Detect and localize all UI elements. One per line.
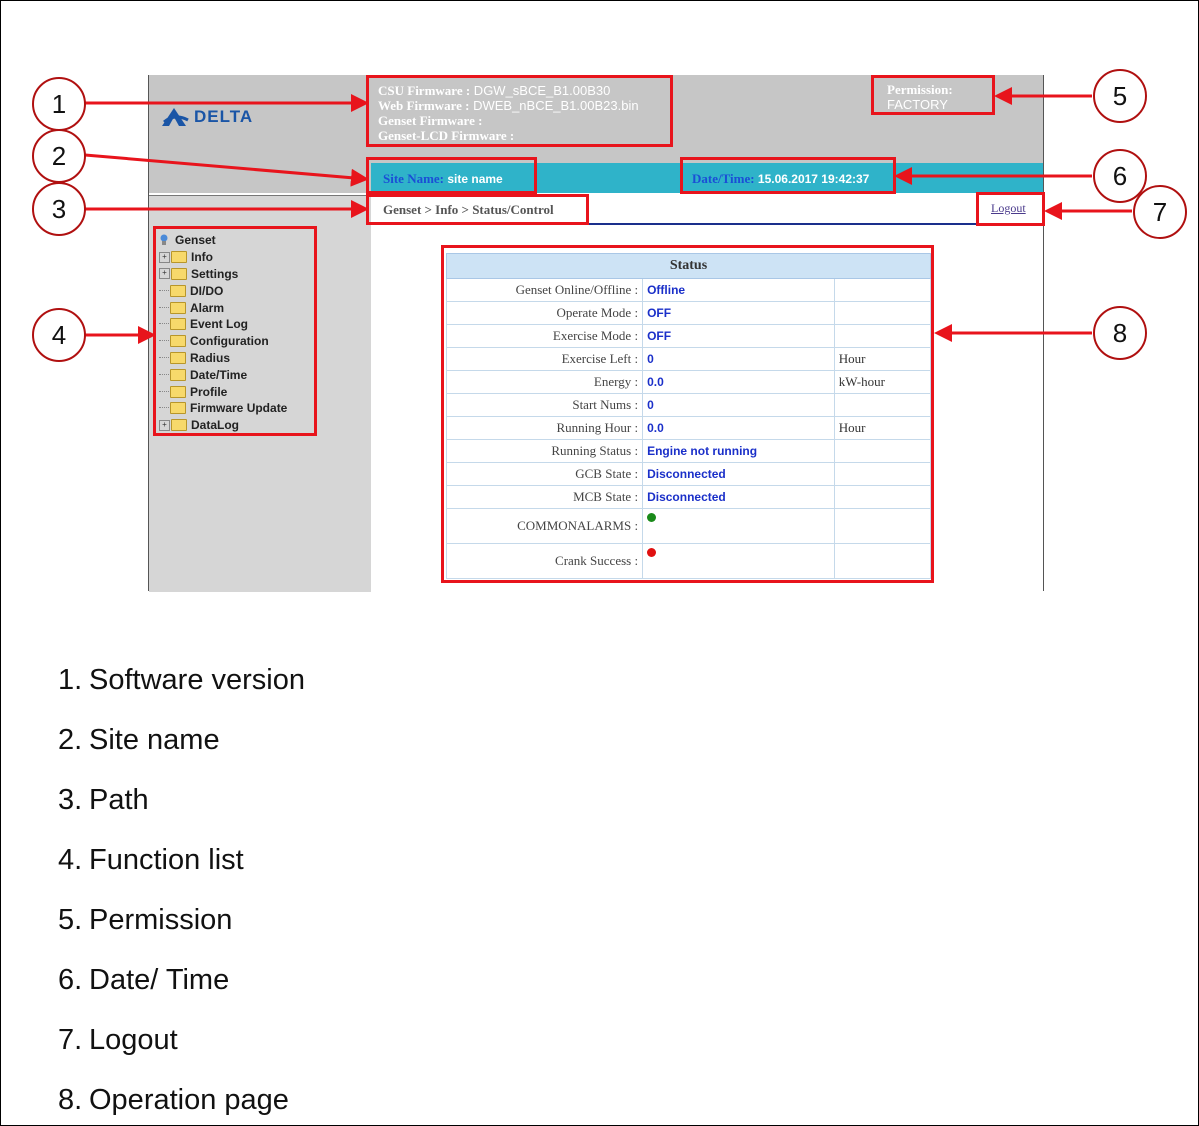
callout-8: 8 [1093, 306, 1147, 360]
delta-logo-icon [162, 108, 189, 126]
delta-logo: DELTA [160, 107, 253, 127]
legend-item: 7. Logout [58, 1024, 178, 1056]
legend-item: 1. Software version [58, 664, 305, 696]
legend-item: 4. Function list [58, 844, 244, 876]
callout-1: 1 [32, 77, 86, 131]
legend-item: 2. Site name [58, 724, 220, 756]
callout-4: 4 [32, 308, 86, 362]
callout-5: 5 [1093, 69, 1147, 123]
callout-box-logout [976, 192, 1045, 226]
logo-text: DELTA [194, 107, 254, 126]
legend-item: 6. Date/ Time [58, 964, 230, 996]
callout-3: 3 [32, 182, 86, 236]
callout-box-function-list [153, 226, 317, 436]
legend-item: 8. Operation page [58, 1084, 289, 1116]
callout-box-path [366, 194, 589, 225]
callout-box-operation-page [441, 245, 934, 583]
callout-box-date-time [680, 157, 896, 194]
callout-2: 2 [32, 129, 86, 183]
legend-item: 5. Permission [58, 904, 233, 936]
callout-box-software-version [366, 75, 673, 147]
callout-box-permission [871, 75, 995, 115]
callout-7: 7 [1133, 185, 1187, 239]
legend-item: 3. Path [58, 784, 149, 816]
callout-box-site-name [366, 157, 537, 194]
